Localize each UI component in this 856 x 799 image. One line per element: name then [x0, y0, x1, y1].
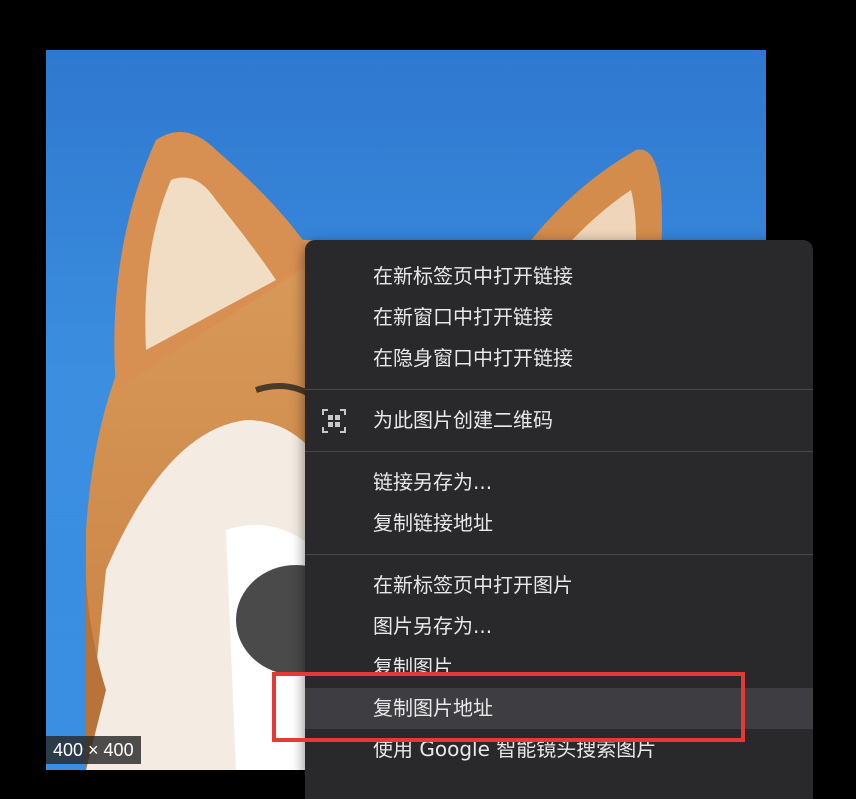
- red-annotation-box: [272, 672, 745, 742]
- menu-item-open-link-new-window[interactable]: 在新窗口中打开链接: [305, 297, 813, 338]
- menu-item-copy-link-address[interactable]: 复制链接地址: [305, 503, 813, 544]
- screen: 400 × 400 在新标签页中打开链接 在新窗口中打开链接 在隐身窗口中打开链…: [0, 0, 856, 799]
- menu-separator: [305, 554, 813, 555]
- menu-item-open-link-incognito[interactable]: 在隐身窗口中打开链接: [305, 338, 813, 379]
- menu-item-save-link-as[interactable]: 链接另存为...: [305, 462, 813, 503]
- image-dimensions-badge: 400 × 400: [46, 736, 141, 764]
- menu-item-open-link-new-tab[interactable]: 在新标签页中打开链接: [305, 256, 813, 297]
- menu-item-open-image-new-tab[interactable]: 在新标签页中打开图片: [305, 565, 813, 606]
- qr-code-icon: [322, 409, 346, 433]
- menu-separator: [305, 389, 813, 390]
- menu-item-label: 为此图片创建二维码: [373, 408, 553, 432]
- menu-item-create-qr-code[interactable]: 为此图片创建二维码: [305, 400, 813, 441]
- menu-separator: [305, 451, 813, 452]
- menu-item-save-image-as[interactable]: 图片另存为...: [305, 606, 813, 647]
